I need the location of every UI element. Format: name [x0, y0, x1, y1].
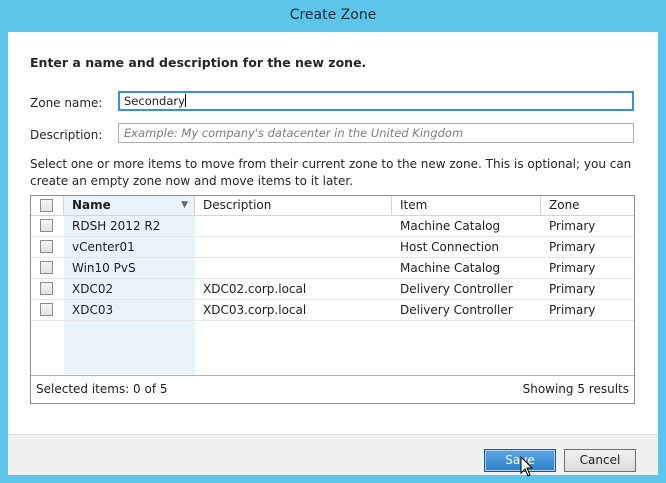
- row-zone: Primary: [549, 219, 596, 233]
- column-header-item[interactable]: Item: [392, 196, 541, 215]
- table-row[interactable]: XDC02 XDC02.corp.local Delivery Controll…: [31, 279, 634, 300]
- row-item: Delivery Controller: [400, 303, 513, 317]
- select-all-header: [31, 196, 64, 215]
- row-item: Machine Catalog: [400, 261, 501, 275]
- grid-header: Name ▼ Description Item Zone: [31, 196, 634, 216]
- results-count: Showing 5 results: [522, 382, 629, 396]
- zone-name-label: Zone name:: [30, 96, 103, 110]
- row-zone: Primary: [549, 261, 596, 275]
- description-input[interactable]: Example: My company's datacenter in the …: [118, 123, 634, 143]
- row-checkbox[interactable]: [40, 282, 53, 295]
- mouse-pointer-icon: [520, 456, 534, 477]
- sort-descending-icon: ▼: [181, 200, 188, 210]
- zone-name-value: Secondary: [124, 94, 185, 108]
- select-all-checkbox[interactable]: [40, 199, 53, 212]
- dialog-heading: Enter a name and description for the new…: [30, 55, 367, 70]
- description-placeholder: Example: My company's datacenter in the …: [124, 126, 464, 140]
- text-caret: [184, 94, 186, 107]
- table-row[interactable]: RDSH 2012 R2 Machine Catalog Primary: [31, 216, 634, 237]
- row-description: XDC02.corp.local: [203, 282, 307, 296]
- row-checkbox[interactable]: [40, 303, 53, 316]
- move-items-hint: Select one or more items to move from th…: [30, 157, 632, 188]
- column-header-zone[interactable]: Zone: [541, 196, 634, 215]
- row-description: [195, 258, 203, 278]
- zone-name-input[interactable]: Secondary: [118, 91, 634, 111]
- dialog-body: Enter a name and description for the new…: [8, 32, 658, 475]
- row-item: Host Connection: [400, 240, 500, 254]
- row-item: Delivery Controller: [400, 282, 513, 296]
- row-checkbox[interactable]: [40, 219, 53, 232]
- row-name: vCenter01: [72, 240, 135, 254]
- items-grid: Name ▼ Description Item Zone RDSH 2012 R…: [30, 195, 635, 404]
- grid-footer: Selected items: 0 of 5 Showing 5 results: [31, 375, 634, 403]
- row-zone: Primary: [549, 303, 596, 317]
- selected-items-count: Selected items: 0 of 5: [36, 382, 168, 396]
- table-row[interactable]: XDC03 XDC03.corp.local Delivery Controll…: [31, 300, 634, 321]
- table-row[interactable]: Win10 PvS Machine Catalog Primary: [31, 258, 634, 279]
- row-name: RDSH 2012 R2: [72, 219, 161, 233]
- button-bar: Save Cancel: [8, 434, 658, 475]
- row-description: [195, 237, 203, 257]
- create-zone-window: Create Zone Enter a name and description…: [0, 0, 666, 483]
- table-row[interactable]: vCenter01 Host Connection Primary: [31, 237, 634, 258]
- column-header-name-label: Name: [72, 198, 111, 212]
- row-item: Machine Catalog: [400, 219, 501, 233]
- column-header-name[interactable]: Name ▼: [64, 196, 195, 215]
- row-name: XDC02: [72, 282, 114, 296]
- cancel-button[interactable]: Cancel: [564, 449, 636, 472]
- column-header-description[interactable]: Description: [195, 196, 392, 215]
- row-checkbox[interactable]: [40, 261, 53, 274]
- row-zone: Primary: [549, 282, 596, 296]
- row-description: XDC03.corp.local: [203, 303, 307, 317]
- row-checkbox[interactable]: [40, 240, 53, 253]
- row-zone: Primary: [549, 240, 596, 254]
- window-title: Create Zone: [289, 7, 377, 23]
- row-name: Win10 PvS: [72, 261, 136, 275]
- description-label: Description:: [30, 128, 103, 142]
- row-name: XDC03: [72, 303, 114, 317]
- row-description: [195, 216, 203, 236]
